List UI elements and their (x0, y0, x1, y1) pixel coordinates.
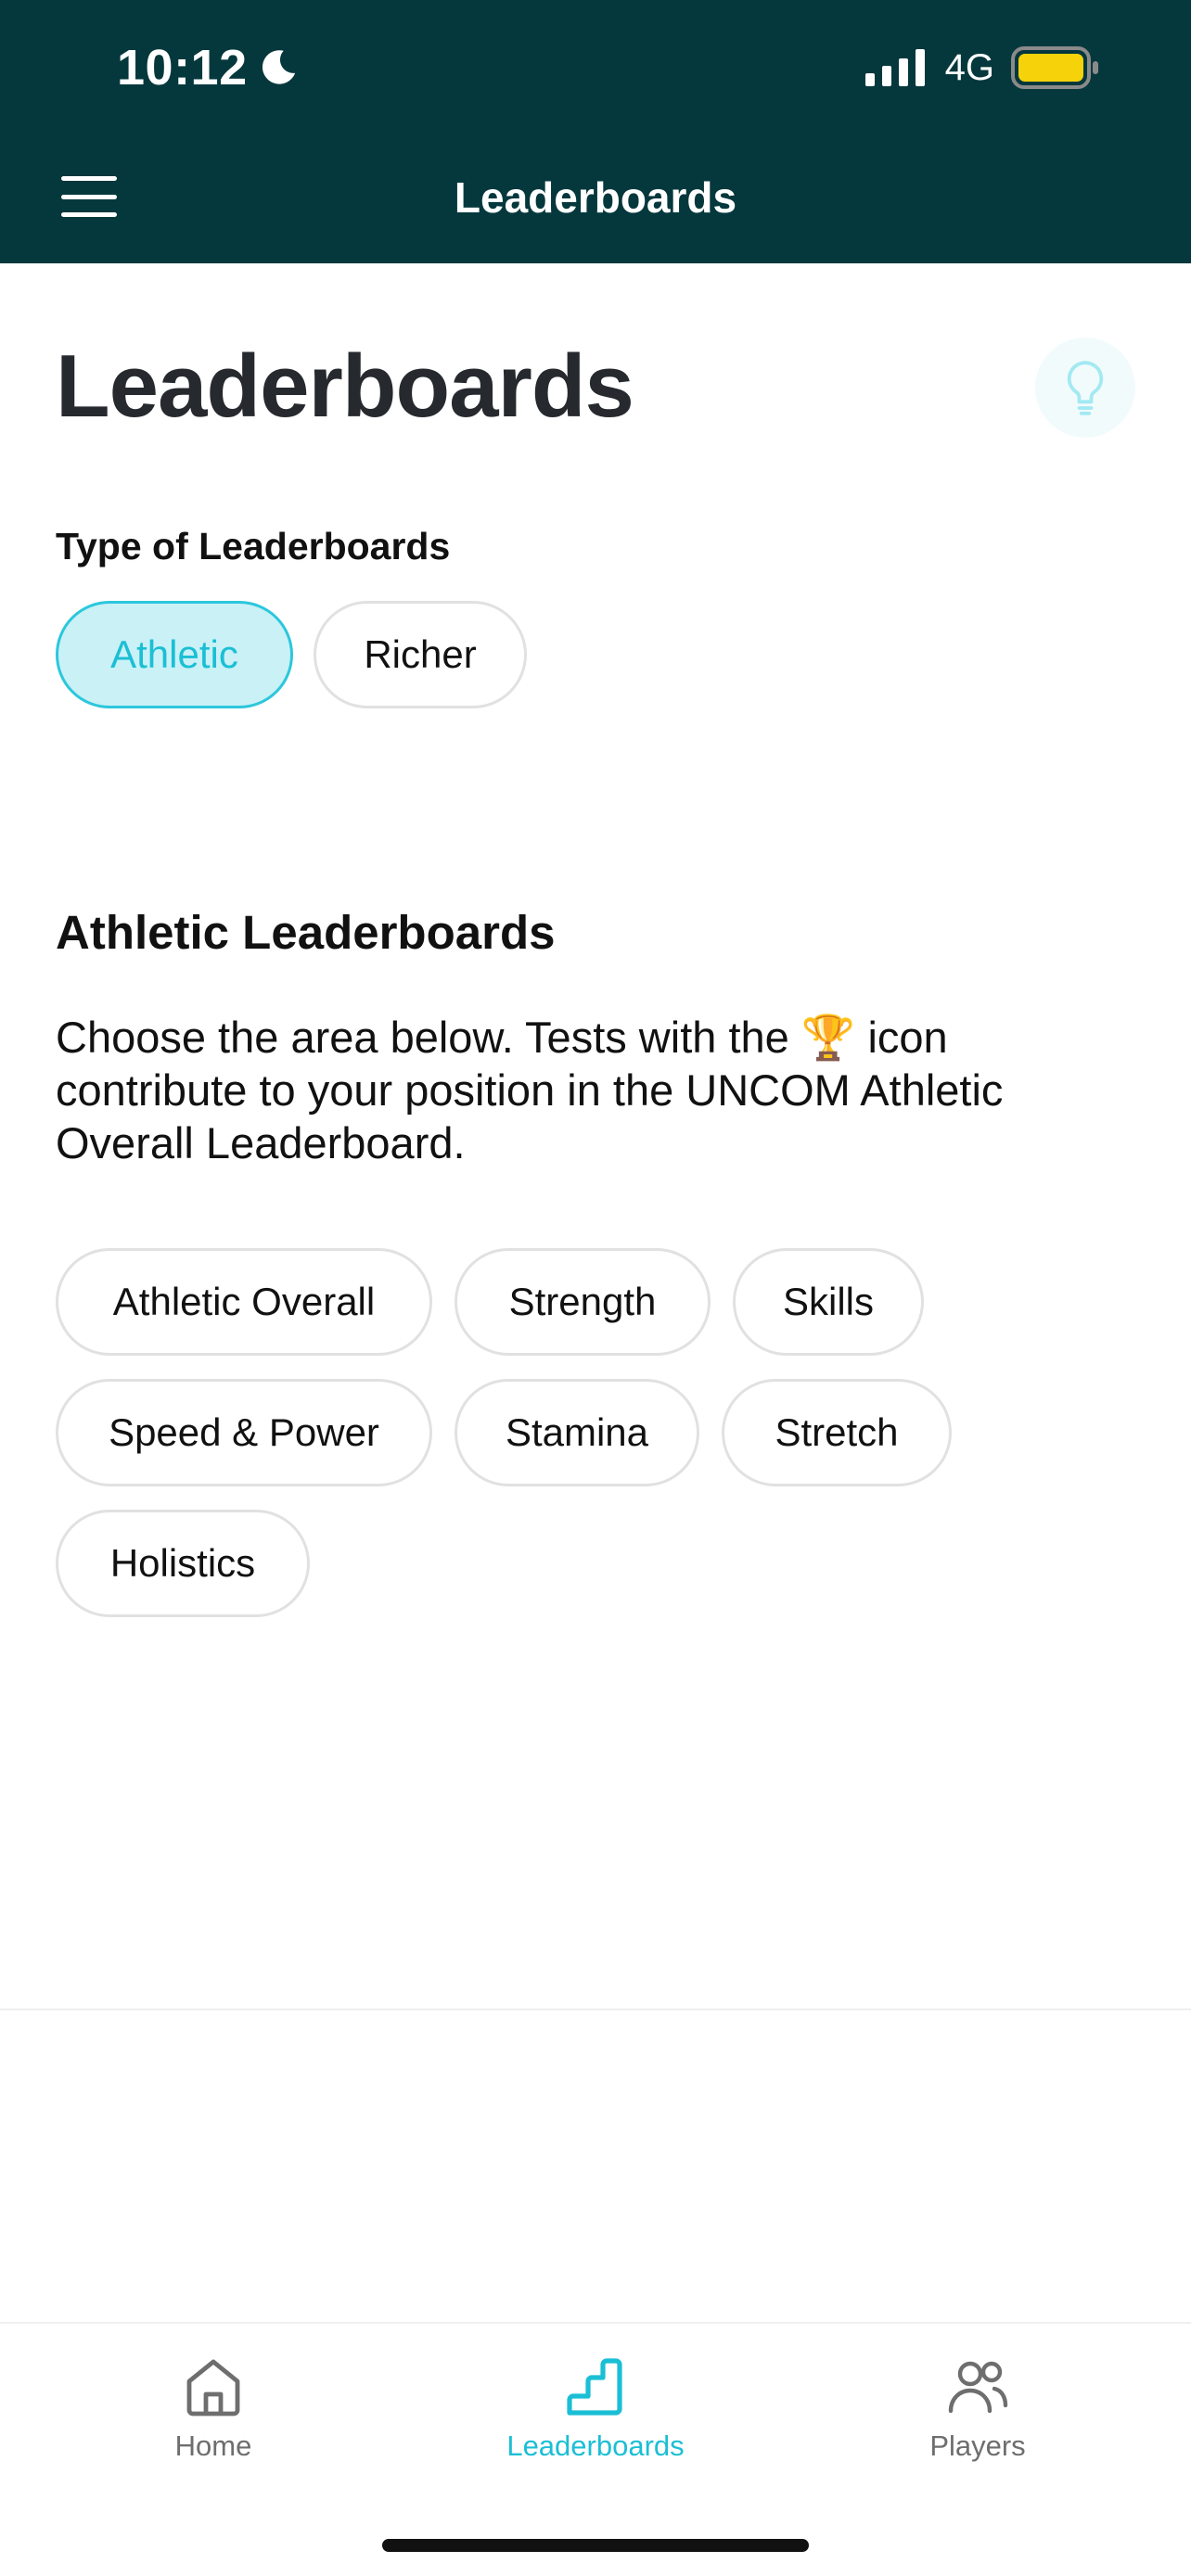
area-chip-strength[interactable]: Strength (455, 1248, 711, 1356)
area-chip-stretch[interactable]: Stretch (722, 1379, 952, 1486)
trophy-icon: 🏆 (800, 1013, 856, 1062)
page-title: Leaderboards (56, 337, 634, 436)
description-text: Choose the area below. Tests with the (56, 1013, 789, 1062)
header-title: Leaderboards (454, 173, 737, 222)
area-chip-holistics[interactable]: Holistics (56, 1510, 310, 1617)
leaderboards-icon (567, 2358, 622, 2416)
moon-icon (262, 50, 295, 84)
content-divider (0, 2009, 1191, 2010)
tab-label: Home (174, 2429, 252, 2462)
signal-icon (864, 49, 925, 86)
battery-icon (1011, 46, 1098, 89)
tab-label: Leaderboards (506, 2429, 685, 2462)
type-label: Type of Leaderboards (56, 525, 451, 567)
status-time-text: 10:12 (117, 40, 248, 96)
tab-leaderboards[interactable]: Leaderboards (456, 2355, 735, 2476)
type-chip-richer[interactable]: Richer (314, 601, 527, 708)
section-heading: Athletic Leaderboards (56, 906, 556, 959)
status-indicators: 4G (864, 46, 1100, 89)
tab-players[interactable]: Players (839, 2355, 1117, 2476)
status-time: 10:12 (117, 39, 300, 96)
area-chip-speed-power[interactable]: Speed & Power (56, 1379, 432, 1486)
tabbar-divider (0, 2322, 1191, 2324)
tab-label: Players (929, 2429, 1026, 2462)
area-chip-skills[interactable]: Skills (733, 1248, 924, 1356)
leaderboards-screen: 10:12 4G Leaderboards Leaderboards Type … (0, 0, 1191, 2576)
home-icon (186, 2359, 240, 2417)
area-chip-athletic-overall[interactable]: Athletic Overall (56, 1248, 432, 1356)
type-chip-athletic[interactable]: Athletic (56, 601, 293, 708)
area-chip-stamina[interactable]: Stamina (455, 1379, 699, 1486)
network-label: 4G (944, 46, 994, 88)
app-header: 10:12 4G Leaderboards (0, 0, 1191, 263)
description: Choose the area below. Tests with the 🏆 … (56, 1011, 1141, 1169)
players-icon (948, 2361, 1008, 2414)
home-indicator (382, 2539, 809, 2552)
tip-button[interactable] (1035, 338, 1135, 438)
tab-home[interactable]: Home (74, 2355, 352, 2476)
lightbulb-icon (1067, 361, 1104, 415)
